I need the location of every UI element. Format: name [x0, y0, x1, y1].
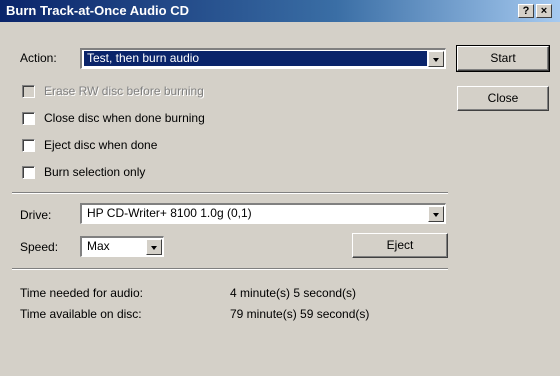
time-needed-value: 4 minute(s) 5 second(s) [230, 286, 357, 300]
action-dropdown[interactable]: Test, then burn audio [80, 48, 446, 69]
speed-dropdown[interactable]: Max [80, 236, 164, 257]
window-title: Burn Track-at-Once Audio CD [6, 3, 189, 18]
eject-disc-checkbox[interactable] [22, 139, 35, 152]
time-available-value: 79 minute(s) 59 second(s) [230, 307, 370, 321]
action-label: Action: [20, 51, 57, 65]
burn-selection-checkbox[interactable] [22, 166, 35, 179]
drive-selected-value: HP CD-Writer+ 8100 1.0g (0,1) [87, 206, 252, 220]
title-bar[interactable]: Burn Track-at-Once Audio CD ? × [0, 0, 560, 22]
drive-label: Drive: [20, 208, 52, 222]
erase-rw-checkbox[interactable] [22, 85, 35, 98]
close-disc-label: Close disc when done burning [44, 111, 205, 125]
separator [12, 268, 448, 270]
time-needed-label: Time needed for audio: [20, 286, 143, 300]
speed-label: Speed: [20, 240, 59, 254]
time-available-label: Time available on disc: [20, 307, 142, 321]
chevron-down-icon[interactable] [428, 206, 444, 222]
chevron-down-icon[interactable] [146, 239, 162, 255]
erase-rw-label: Erase RW disc before burning [44, 84, 204, 98]
close-button[interactable]: Close [457, 86, 549, 111]
close-disc-checkbox[interactable] [22, 112, 35, 125]
eject-disc-label: Eject disc when done [44, 138, 158, 152]
burn-selection-label: Burn selection only [44, 165, 146, 179]
action-selected-value: Test, then burn audio [84, 51, 427, 66]
start-button[interactable]: Start [456, 45, 550, 72]
eject-button[interactable]: Eject [352, 233, 448, 258]
separator [12, 192, 448, 194]
drive-dropdown[interactable]: HP CD-Writer+ 8100 1.0g (0,1) [80, 203, 446, 224]
chevron-down-icon[interactable] [428, 51, 444, 67]
speed-selected-value: Max [87, 239, 110, 253]
help-button[interactable]: ? [518, 4, 534, 18]
close-window-button[interactable]: × [536, 4, 552, 18]
